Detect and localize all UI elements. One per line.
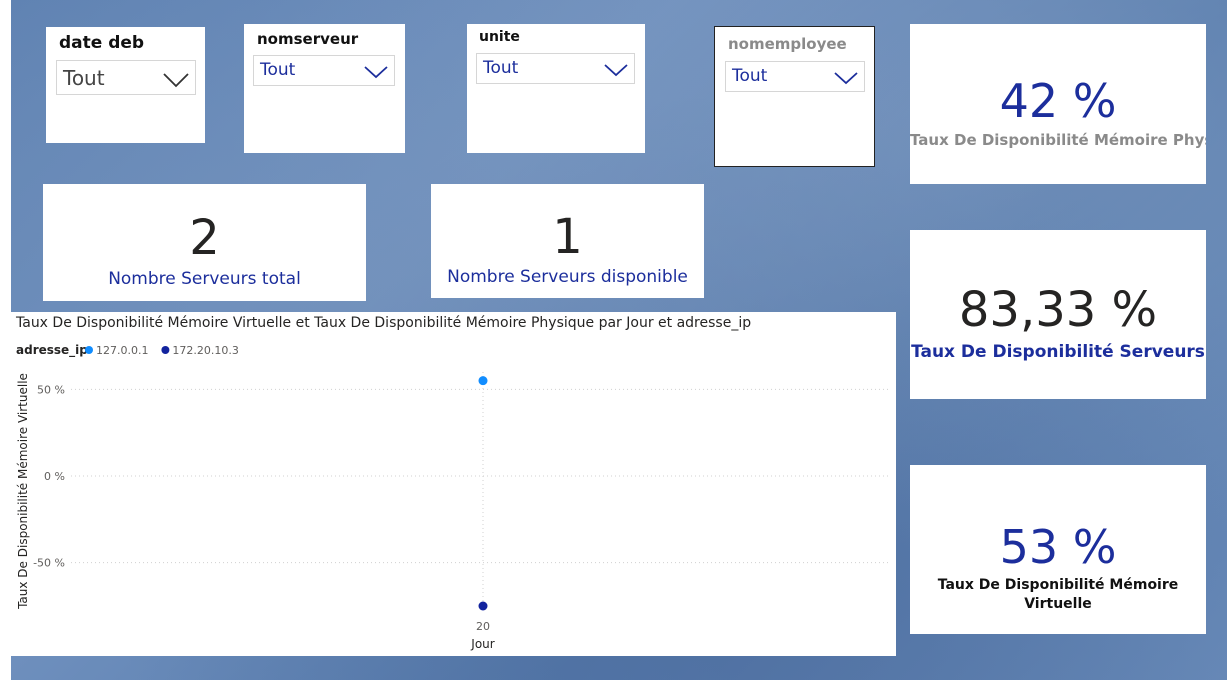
slicer-unite: unite Tout [467, 24, 645, 153]
legend-label[interactable]: 127.0.0.1 [96, 344, 148, 357]
x-tick-label: 20 [476, 620, 490, 633]
report-canvas: date deb Tout nomserveur Tout unite Tout… [11, 0, 1227, 680]
card-value: 1 [552, 209, 583, 265]
dropdown-value: Tout [732, 66, 768, 86]
nomserveur-dropdown[interactable]: Tout [253, 55, 395, 86]
card-label: Taux De Disponibilité Serveurs [911, 342, 1205, 362]
card-label: Nombre Serveurs disponible [447, 267, 688, 287]
data-point[interactable] [478, 376, 488, 386]
slicer-nomserveur: nomserveur Tout [244, 24, 405, 153]
card-server-availability: 83,33 % Taux De Disponibilité Serveurs [910, 230, 1206, 399]
y-axis-label: Taux De Disponibilité Mémoire Virtuelle [16, 373, 30, 610]
legend-title: adresse_ip [16, 343, 88, 358]
card-total-servers: 2 Nombre Serveurs total [43, 184, 366, 301]
chevron-down-icon [834, 72, 858, 85]
card-label-line2: Virtuelle [1024, 596, 1092, 612]
nomemployee-dropdown[interactable]: Tout [725, 61, 865, 92]
date-deb-dropdown[interactable]: Tout [56, 60, 196, 95]
chart-card: Taux De Disponibilité Mémoire Virtuelle … [11, 312, 896, 656]
chevron-down-icon [163, 73, 189, 88]
legend-marker [85, 346, 93, 354]
card-value: 83,33 % [958, 282, 1158, 338]
slicer-title: unite [479, 29, 520, 45]
unite-dropdown[interactable]: Tout [476, 53, 635, 84]
y-tick-label: -50 % [33, 557, 65, 570]
slicer-nomemployee: nomemployee Tout [714, 26, 875, 167]
card-phys-mem: 42 % Taux De Disponibilité Mémoire Physi… [910, 24, 1206, 184]
x-axis-label: Jour [470, 637, 494, 651]
card-available-servers: 1 Nombre Serveurs disponible [431, 184, 704, 298]
slicer-title: nomemployee [728, 35, 847, 53]
card-virt-mem: 53 % Taux De Disponibilité Mémoire Virtu… [910, 465, 1206, 634]
chevron-down-icon [604, 64, 628, 77]
y-tick-label: 0 % [44, 470, 65, 483]
y-tick-label: 50 % [37, 383, 65, 396]
card-label: Taux De Disponibilité Mémoire Physi... [910, 131, 1206, 149]
slicer-date-deb: date deb Tout [46, 27, 205, 143]
card-value: 2 [189, 210, 220, 266]
legend-marker [161, 346, 170, 354]
slicer-title: date deb [59, 33, 145, 53]
dropdown-value: Tout [63, 66, 105, 90]
card-label: Nombre Serveurs total [108, 269, 301, 289]
chevron-down-icon [364, 66, 388, 79]
card-value: 53 % [999, 520, 1117, 574]
scatter-chart: Taux De Disponibilité Mémoire Virtuelle … [15, 315, 891, 651]
legend-label[interactable]: 172.20.10.3 [172, 344, 238, 357]
card-label-line1: Taux De Disponibilité Mémoire [937, 577, 1179, 593]
dropdown-value: Tout [483, 58, 519, 78]
slicer-title: nomserveur [257, 30, 359, 48]
chart-title: Taux De Disponibilité Mémoire Virtuelle … [15, 315, 751, 331]
card-value: 42 % [999, 74, 1117, 128]
dropdown-value: Tout [260, 60, 296, 80]
data-point[interactable] [478, 601, 488, 611]
